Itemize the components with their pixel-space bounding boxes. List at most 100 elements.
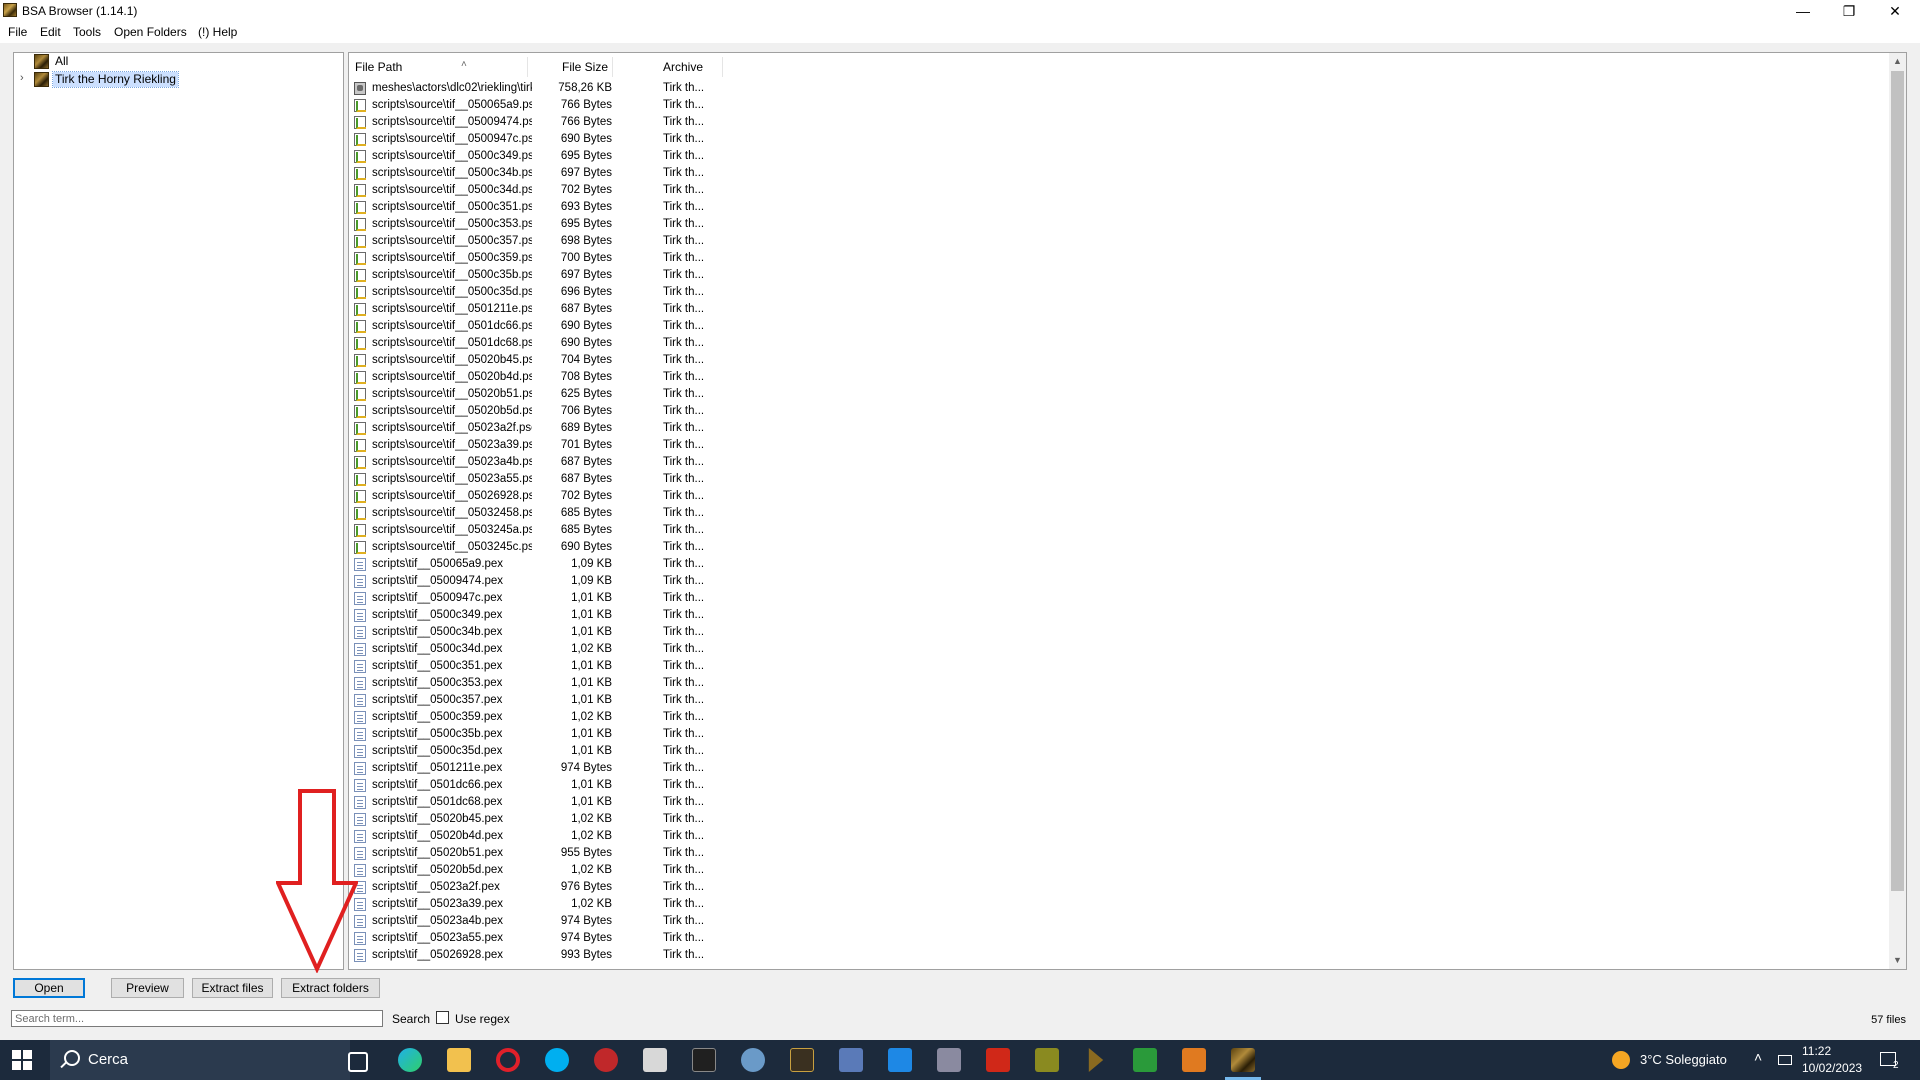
table-row[interactable]: scripts\tif__0500c357.pex 1,01 KB Tirk th.…: [349, 692, 1889, 709]
table-row[interactable]: scripts\source\tif__05026928.psc 702 Byte…: [349, 488, 1889, 505]
menu-edit[interactable]: Edit: [40, 25, 61, 39]
app-icon-chart[interactable]: [1133, 1048, 1157, 1072]
bsa-browser-taskbar-icon[interactable]: [1231, 1048, 1255, 1072]
use-regex-checkbox[interactable]: [436, 1011, 449, 1024]
table-row[interactable]: scripts\tif__0500c35d.pex 1,01 KB Tirk th.…: [349, 743, 1889, 760]
edge-icon[interactable]: [398, 1048, 422, 1072]
windows-start-icon[interactable]: [12, 1050, 32, 1070]
task-view-icon[interactable]: [348, 1052, 368, 1072]
table-row[interactable]: scripts\tif__0501dc68.pex 1,01 KB Tirk th.…: [349, 794, 1889, 811]
chevron-right-icon[interactable]: ›: [20, 72, 24, 84]
weather-text[interactable]: 3°C Soleggiato: [1640, 1052, 1727, 1067]
table-row[interactable]: meshes\actors\dlc02\riekling\tirk\tirk..…: [349, 80, 1889, 97]
tree-node-archive[interactable]: Tirk the Horny Riekling: [34, 71, 179, 88]
restore-button[interactable]: ❐: [1826, 0, 1872, 22]
table-row[interactable]: scripts\tif__0501dc66.pex 1,01 KB Tirk th.…: [349, 777, 1889, 794]
scrollbar-thumb[interactable]: [1891, 71, 1904, 891]
chevron-up-icon[interactable]: ˄: [1754, 1049, 1762, 1065]
table-row[interactable]: scripts\source\tif__05023a55.psc 687 Byte…: [349, 471, 1889, 488]
app-icon-blue[interactable]: [888, 1048, 912, 1072]
app-icon-red-gear[interactable]: [594, 1048, 618, 1072]
app-icon-99[interactable]: [1035, 1048, 1059, 1072]
table-row[interactable]: scripts\tif__05020b45.pex 1,02 KB Tirk th.…: [349, 811, 1889, 828]
table-row[interactable]: scripts\source\tif__0500c35b.psc 697 Byte…: [349, 267, 1889, 284]
table-row[interactable]: scripts\tif__05020b4d.pex 1,02 KB Tirk th.…: [349, 828, 1889, 845]
table-row[interactable]: scripts\source\tif__0500c359.psc 700 Byte…: [349, 250, 1889, 267]
table-row[interactable]: scripts\source\tif__05023a4b.psc 687 Byte…: [349, 454, 1889, 471]
network-icon[interactable]: [1778, 1055, 1792, 1065]
app-icon-f[interactable]: [986, 1048, 1010, 1072]
extract-folders-button[interactable]: Extract folders: [281, 978, 380, 998]
table-row[interactable]: scripts\tif__0500c35b.pex 1,01 KB Tirk th.…: [349, 726, 1889, 743]
extract-files-button[interactable]: Extract files: [192, 978, 273, 998]
table-row[interactable]: scripts\source\tif__05023a2f.psc 689 Byte…: [349, 420, 1889, 437]
table-row[interactable]: scripts\tif__05020b5d.pex 1,02 KB Tirk th.…: [349, 862, 1889, 879]
app-icon-terminal[interactable]: [692, 1048, 716, 1072]
taskbar-search[interactable]: Cerca: [50, 1040, 350, 1080]
scroll-up-icon[interactable]: ▲: [1889, 53, 1906, 70]
table-row[interactable]: scripts\source\tif__0503245c.psc 690 Byte…: [349, 539, 1889, 556]
table-row[interactable]: scripts\source\tif__0500c35d.psc 696 Byte…: [349, 284, 1889, 301]
vertical-scrollbar[interactable]: ▲ ▼: [1889, 53, 1906, 969]
tree-node-all[interactable]: All: [34, 54, 70, 69]
preview-button[interactable]: Preview: [111, 978, 184, 998]
opera-icon[interactable]: [496, 1048, 520, 1072]
app-icon-box[interactable]: [937, 1048, 961, 1072]
table-row[interactable]: scripts\tif__05026928.pex 993 Bytes Tirk t…: [349, 947, 1889, 964]
table-row[interactable]: scripts\source\tif__05032458.psc 685 Byte…: [349, 505, 1889, 522]
open-button[interactable]: Open: [13, 978, 85, 998]
search-input[interactable]: [11, 1010, 383, 1027]
table-row[interactable]: scripts\source\tif__0500c357.psc 698 Byte…: [349, 233, 1889, 250]
table-row[interactable]: scripts\source\tif__0503245a.psc 685 Byte…: [349, 522, 1889, 539]
file-explorer-icon[interactable]: [447, 1048, 471, 1072]
menu-help[interactable]: (!) Help: [198, 25, 237, 39]
table-row[interactable]: scripts\tif__05023a55.pex 974 Bytes Tirk t…: [349, 930, 1889, 947]
table-row[interactable]: scripts\source\tif__0501dc68.psc 690 Byte…: [349, 335, 1889, 352]
table-row[interactable]: scripts\source\tif__0500947c.psc 690 Byte…: [349, 131, 1889, 148]
table-row[interactable]: scripts\tif__05009474.pex 1,09 KB Tirk th.…: [349, 573, 1889, 590]
table-row[interactable]: scripts\tif__0500c34d.pex 1,02 KB Tirk th.…: [349, 641, 1889, 658]
table-row[interactable]: scripts\source\tif__0500c349.psc 695 Byte…: [349, 148, 1889, 165]
app-icon-orange[interactable]: [1182, 1048, 1206, 1072]
sun-icon[interactable]: [1612, 1051, 1630, 1069]
column-header-archive[interactable]: Archive: [663, 57, 723, 77]
clock-date[interactable]: 10/02/2023: [1802, 1061, 1862, 1075]
table-row[interactable]: scripts\source\tif__0501211e.psc 687 Byte…: [349, 301, 1889, 318]
table-row[interactable]: scripts\tif__0500947c.pex 1,01 KB Tirk th.…: [349, 590, 1889, 607]
table-row[interactable]: scripts\source\tif__0500c353.psc 695 Byte…: [349, 216, 1889, 233]
menu-open-folders[interactable]: Open Folders: [114, 25, 187, 39]
table-row[interactable]: scripts\tif__05023a2f.pex 976 Bytes Tirk t…: [349, 879, 1889, 896]
column-header-file-size[interactable]: File Size: [528, 57, 613, 77]
app-icon-tools[interactable]: [643, 1048, 667, 1072]
clock-time[interactable]: 11:22: [1802, 1044, 1831, 1058]
file-list[interactable]: File Path ˄ File Size Archive meshes\act…: [348, 52, 1907, 970]
table-row[interactable]: scripts\source\tif__05023a39.psc 701 Byte…: [349, 437, 1889, 454]
scroll-down-icon[interactable]: ▼: [1889, 952, 1906, 969]
skype-icon[interactable]: [545, 1048, 569, 1072]
table-row[interactable]: scripts\source\tif__0500c34d.psc 702 Byte…: [349, 182, 1889, 199]
table-row[interactable]: scripts\source\tif__05020b51.psc 625 Byte…: [349, 386, 1889, 403]
table-row[interactable]: scripts\source\tif__0501dc66.psc 690 Byte…: [349, 318, 1889, 335]
table-row[interactable]: scripts\source\tif__05020b5d.psc 706 Byte…: [349, 403, 1889, 420]
table-row[interactable]: scripts\tif__0501211e.pex 974 Bytes Tirk t…: [349, 760, 1889, 777]
table-row[interactable]: scripts\tif__05023a39.pex 1,02 KB Tirk th.…: [349, 896, 1889, 913]
table-row[interactable]: scripts\source\tif__0500c34b.psc 697 Byte…: [349, 165, 1889, 182]
table-row[interactable]: scripts\source\tif__0500c351.psc 693 Byte…: [349, 199, 1889, 216]
menu-tools[interactable]: Tools: [73, 25, 101, 39]
table-row[interactable]: scripts\tif__05023a4b.pex 974 Bytes Tirk t…: [349, 913, 1889, 930]
table-row[interactable]: scripts\tif__05020b51.pex 955 Bytes Tirk t…: [349, 845, 1889, 862]
menu-file[interactable]: File: [8, 25, 27, 39]
app-icon-game[interactable]: [790, 1048, 814, 1072]
table-row[interactable]: scripts\tif__0500c34b.pex 1,01 KB Tirk th.…: [349, 624, 1889, 641]
close-button[interactable]: ✕: [1872, 0, 1918, 22]
minimize-button[interactable]: —: [1780, 0, 1826, 22]
app-icon-globe[interactable]: [741, 1048, 765, 1072]
table-row[interactable]: scripts\tif__0500c351.pex 1,01 KB Tirk th.…: [349, 658, 1889, 675]
table-row[interactable]: scripts\source\tif__05020b45.psc 704 Byte…: [349, 352, 1889, 369]
table-row[interactable]: scripts\tif__0500c353.pex 1,01 KB Tirk th.…: [349, 675, 1889, 692]
app-icon-pen[interactable]: [839, 1048, 863, 1072]
app-icon-arrow[interactable]: [1088, 1048, 1104, 1072]
use-regex-label[interactable]: Use regex: [455, 1012, 510, 1026]
table-row[interactable]: scripts\tif__0500c359.pex 1,02 KB Tirk th.…: [349, 709, 1889, 726]
table-row[interactable]: scripts\source\tif__05020b4d.psc 708 Byte…: [349, 369, 1889, 386]
